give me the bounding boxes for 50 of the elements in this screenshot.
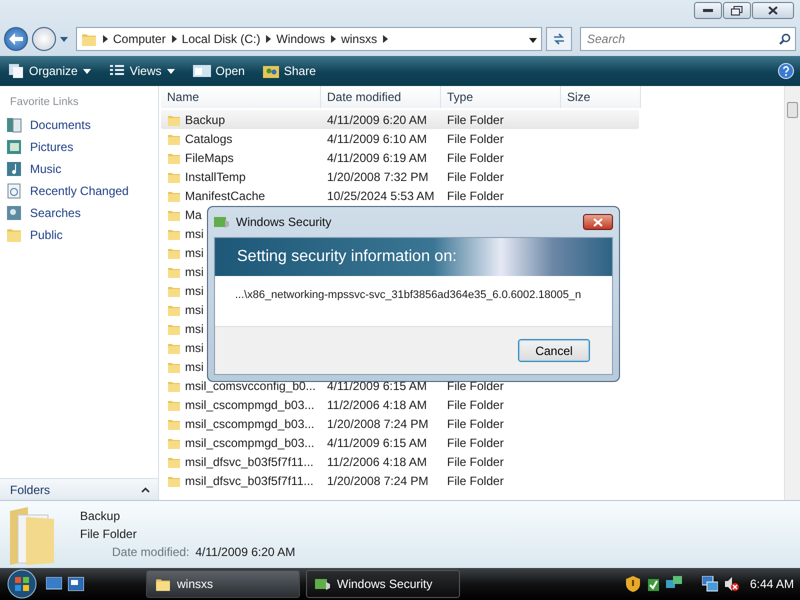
- dialog-heading: Setting security information on:: [215, 238, 612, 276]
- file-name: msi: [185, 284, 204, 298]
- file-name: msi: [185, 246, 204, 260]
- date-cell-text: 4/11/2009 6:10 AM: [326, 132, 428, 146]
- type-cell-text: File Folder: [446, 454, 505, 468]
- date-value: 4/11/2009 6:20 AM: [195, 545, 296, 559]
- type-cell-text: File Folder: [446, 112, 505, 126]
- file-name: msil_dfsvc_b03f5f7f11...: [185, 474, 314, 488]
- file-name: msil_comsvcconfig_b0...: [185, 378, 316, 392]
- date-cell-text: 4/11/2009 6:15 AM: [326, 378, 428, 392]
- file-name: Backup: [185, 112, 226, 126]
- item-name: Backup: [80, 509, 122, 523]
- file-name: msil_cscompmgd_b03...: [185, 416, 314, 430]
- type-cell-text: File Folder: [446, 170, 505, 184]
- file-name: msi: [185, 322, 204, 336]
- file-path: ...\x86_networking-mpssvc-svc_31bf3856ad364e35_6.0.6002.18005_n: [235, 288, 582, 302]
- date-cell-text: 4/11/2009 6:20 AM: [326, 112, 428, 126]
- type-cell-text: File Folder: [446, 436, 505, 450]
- date-cell-text: 10/25/2024 5:53 AM: [326, 188, 436, 202]
- dialog-title: Windows Security: [236, 215, 332, 229]
- file-name: msi: [185, 302, 204, 316]
- pane-heading: Favorite Links: [9, 95, 80, 110]
- date-cell-text: 1/20/2008 7:24 PM: [326, 416, 430, 430]
- file-name: Ma: [185, 208, 202, 222]
- type-cell-text: File Folder: [446, 416, 505, 430]
- item-type: File Folder: [80, 527, 138, 541]
- file-name: FileMaps: [185, 150, 234, 164]
- date-cell-text: 11/2/2006 4:18 AM: [326, 454, 428, 468]
- file-name: msi: [185, 264, 204, 278]
- file-name: InstallTemp: [185, 170, 246, 184]
- file-name: Catalogs: [185, 132, 232, 146]
- file-name: msil_dfsvc_b03f5f7f11...: [185, 454, 314, 468]
- file-name: ManifestCache: [185, 188, 266, 202]
- file-name: msil_cscompmgd_b03...: [185, 398, 314, 412]
- date-cell-text: 1/20/2008 7:24 PM: [326, 474, 430, 488]
- date-cell-text: 1/20/2008 7:32 PM: [326, 170, 430, 184]
- type-cell-text: File Folder: [446, 398, 505, 412]
- date-cell-text: 11/2/2006 4:18 AM: [326, 398, 428, 412]
- date-cell-text: 4/11/2009 6:19 AM: [326, 150, 428, 164]
- type-cell-text: File Folder: [446, 378, 505, 392]
- file-name: msi: [185, 340, 204, 354]
- date-cell-text: 4/11/2009 6:15 AM: [326, 436, 428, 450]
- file-name: msi: [185, 226, 204, 240]
- date-label: Date modified:: [112, 545, 190, 559]
- file-name: msi: [185, 360, 204, 374]
- type-cell-text: File Folder: [446, 474, 505, 488]
- type-cell-text: File Folder: [446, 188, 505, 202]
- file-name: msil_cscompmgd_b03...: [185, 436, 314, 450]
- type-cell-text: File Folder: [446, 150, 505, 164]
- type-cell-text: File Folder: [446, 132, 505, 146]
